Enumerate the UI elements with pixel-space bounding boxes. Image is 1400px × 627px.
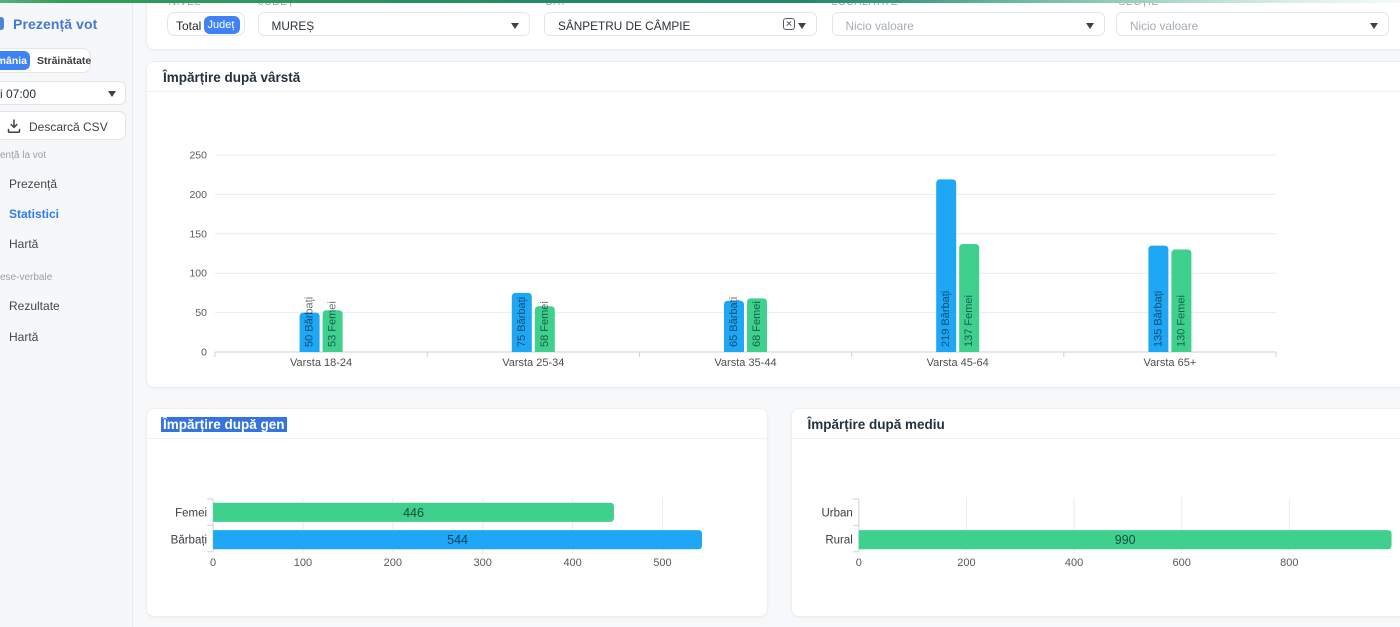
nivel-segmented-control: Total Județ: [167, 12, 245, 36]
uat-select-value: SÂNPETRU DE CÂMPIE: [558, 19, 690, 33]
sidebar-section-prezenta: ență la vot: [0, 150, 46, 161]
time-select[interactable]: i 07:00: [0, 81, 126, 105]
age-chart-header: Împărțire după vârstă: [147, 62, 1400, 92]
progress-bar: [0, 0, 1400, 3]
nivel-option-judet-label: Județ: [208, 19, 235, 31]
gender-chart-title: Împărțire după gen: [163, 417, 287, 432]
app-logo-icon: [0, 17, 4, 30]
chevron-down-icon: [511, 23, 519, 29]
chevron-down-icon: [1086, 23, 1094, 29]
main-content: NIVEL JUDEȚ UAT LOCALITATE SECȚIE Total …: [133, 0, 1400, 627]
download-icon: [7, 119, 21, 134]
uat-select[interactable]: SÂNPETRU DE CÂMPIE: [544, 12, 817, 36]
age-chart-card: Împărțire după vârstă: [146, 61, 1400, 388]
sidebar-item-harta-rezultate[interactable]: Hartă: [9, 330, 38, 344]
nivel-option-total[interactable]: Total: [176, 19, 201, 33]
gender-chart-header: Împărțire după gen: [147, 409, 767, 439]
sidebar-section-procese: ese-verbale: [0, 272, 52, 283]
app-title: Prezență vot: [13, 16, 97, 32]
country-toggle-strainatate[interactable]: Străinătate: [37, 55, 91, 67]
sidebar-item-harta-prezenta[interactable]: Hartă: [9, 237, 38, 251]
time-select-value: i 07:00: [0, 87, 36, 101]
gender-chart-card: Împărțire după gen: [146, 408, 768, 617]
sectie-select-placeholder: Nicio valoare: [1130, 19, 1198, 33]
country-toggle-romania-label: mânia: [0, 55, 27, 67]
sidebar-item-prezenta[interactable]: Prezență: [9, 177, 57, 191]
environment-chart-card: Împărțire după mediu: [791, 408, 1400, 617]
judet-select[interactable]: MUREȘ: [258, 12, 530, 36]
download-csv-button[interactable]: Descarcă CSV: [0, 111, 126, 140]
clear-icon[interactable]: [783, 18, 795, 30]
filter-bar: NIVEL JUDEȚ UAT LOCALITATE SECȚIE Total …: [146, 0, 1400, 50]
country-toggle-romania[interactable]: mânia: [0, 51, 30, 70]
sidebar-item-statistici[interactable]: Statistici: [9, 207, 59, 221]
sidebar-item-rezultate[interactable]: Rezultate: [9, 299, 60, 313]
download-csv-label: Descarcă CSV: [29, 120, 108, 134]
country-toggle: mânia Străinătate: [0, 48, 91, 73]
chevron-down-icon: [108, 91, 116, 97]
chevron-down-icon: [798, 23, 806, 29]
environment-chart-header: Împărțire după mediu: [792, 409, 1400, 439]
environment-chart-title: Împărțire după mediu: [808, 417, 945, 432]
sidebar: Prezență vot mânia Străinătate i 07:00 D…: [0, 0, 133, 627]
page: Prezență vot mânia Străinătate i 07:00 D…: [0, 0, 1400, 627]
chevron-down-icon: [1370, 23, 1378, 29]
localitate-select[interactable]: Nicio valoare: [832, 12, 1105, 36]
gender-chart-title-selected-text: Împărțire după gen: [161, 417, 287, 432]
localitate-select-placeholder: Nicio valoare: [846, 19, 914, 33]
age-chart-title: Împărțire după vârstă: [163, 70, 300, 85]
sectie-select[interactable]: Nicio valoare: [1116, 12, 1389, 36]
judet-select-value: MUREȘ: [272, 19, 315, 33]
nivel-option-judet[interactable]: Județ: [204, 16, 240, 35]
